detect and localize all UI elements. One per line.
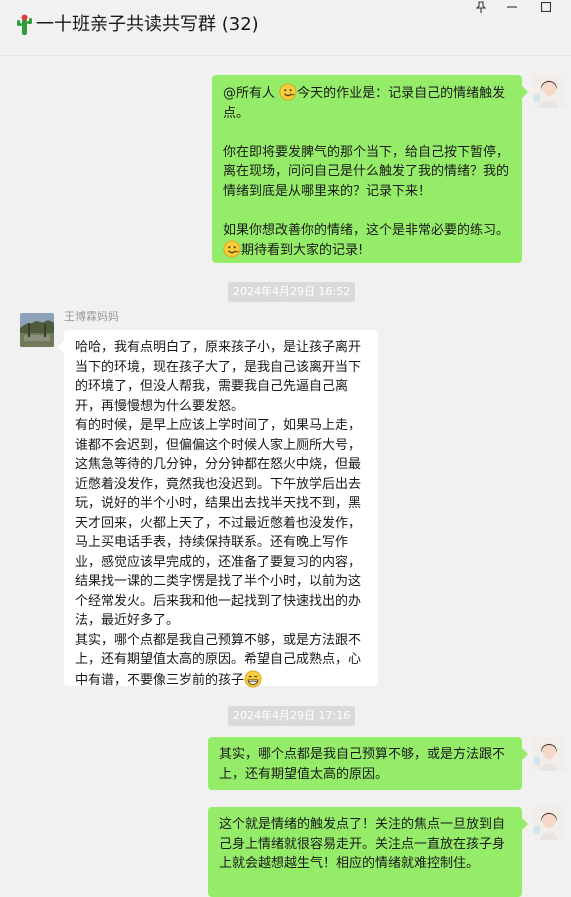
pin-icon[interactable]: [469, 0, 493, 14]
smile-emoji-icon: [223, 240, 241, 258]
minimize-icon[interactable]: [500, 0, 524, 14]
message-bubble-self[interactable]: @所有人 今天的作业是：记录自己的情绪触发点。 你在即将要发脾气的那个当下，给自…: [212, 75, 522, 263]
sender-name: 王博霖妈妈: [64, 310, 119, 323]
self-avatar[interactable]: [532, 737, 566, 771]
pause-instruction-text: 你在即将要发脾气的那个当下，给自己按下暂停，离在现场，问问自己是什么触发了我的情…: [223, 144, 510, 199]
title-bar: 一十班亲子共读共写群 (32): [0, 0, 571, 52]
looking-forward-text: 期待看到大家的记录!: [241, 243, 364, 258]
message-text: 这个就是情绪的触发点了！关注的焦点一旦放到自己身上情绪就很容易走开。关注点一直放…: [219, 817, 506, 871]
bubble-tail: [522, 748, 528, 760]
timestamp: 2024年4月29日 17:16: [228, 706, 356, 726]
self-avatar[interactable]: [532, 806, 566, 840]
timestamp: 2024年4月29日 16:52: [228, 282, 356, 302]
message-text: 其实，哪个点都是我自己预算不够，或是方法跟不上，还有期望值太高的原因。: [219, 747, 506, 782]
title-divider: [0, 55, 571, 56]
self-avatar[interactable]: [532, 74, 566, 108]
group-emoji-icon: [17, 14, 32, 35]
grin-emoji-icon: [244, 669, 262, 688]
message-bubble-self[interactable]: 其实，哪个点都是我自己预算不够，或是方法跟不上，还有期望值太高的原因。: [208, 737, 522, 790]
practice-text: 如果你想改善你的情绪，这个是非常必要的练习。: [223, 222, 510, 238]
message-bubble-other[interactable]: 哈哈，我有点明白了，原来孩子小，是让孩子离开当下的环境，现在孩子大了，是我自己该…: [64, 330, 378, 688]
chat-title: 一十班亲子共读共写群 (32): [36, 14, 259, 35]
smile-emoji-icon: [279, 83, 297, 101]
bubble-tail: [58, 341, 64, 353]
maximize-icon[interactable]: [534, 0, 558, 14]
bubble-tail: [522, 86, 528, 98]
message-text: 哈哈，我有点明白了，原来孩子小，是让孩子离开当下的环境，现在孩子大了，是我自己该…: [75, 340, 362, 688]
mention-all-text: @所有人: [223, 86, 280, 101]
message-bubble-self[interactable]: 这个就是情绪的触发点了！关注的焦点一旦放到自己身上情绪就很容易走开。关注点一直放…: [208, 807, 522, 897]
bubble-tail: [522, 818, 528, 830]
sender-avatar[interactable]: [20, 313, 54, 347]
chat-title-wrap: 一十班亲子共读共写群 (32): [14, 11, 259, 39]
